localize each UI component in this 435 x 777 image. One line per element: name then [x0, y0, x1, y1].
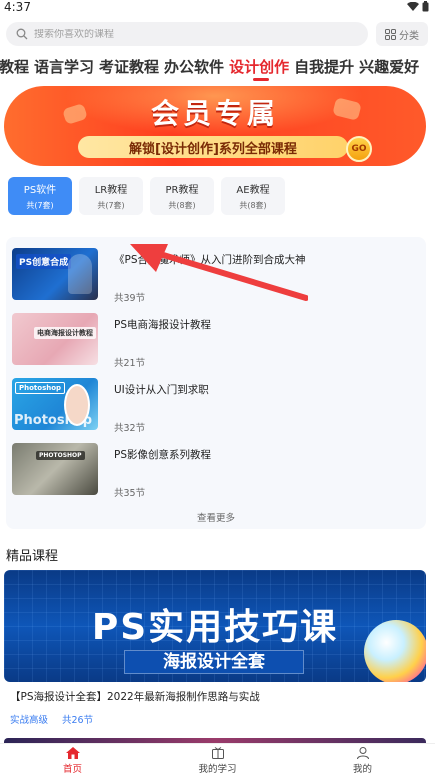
subtab-name: PS软件 — [23, 185, 57, 196]
course-item[interactable]: Photoshop Photoshop UI设计从入门到求职 共32节 — [12, 378, 412, 434]
nav-label: 我的学习 — [198, 763, 237, 775]
banner-subtitle: 解锁[设计创作]系列全部课程 — [78, 136, 348, 158]
subtab-lr[interactable]: LR教程 共(7套) — [79, 177, 143, 215]
tab-language[interactable]: 语言学习 — [34, 56, 94, 78]
lesson-tag: 共26节 — [62, 715, 94, 726]
decor-ball-icon — [364, 620, 426, 682]
banner-title: 会员专属 — [150, 97, 279, 130]
subtab-pr[interactable]: PR教程 共(8套) — [150, 177, 214, 215]
tab-hobbies[interactable]: 兴趣爱好 — [359, 56, 419, 78]
search-row: 分类 — [0, 20, 435, 48]
banner-headline: PS实用技巧课 — [91, 607, 339, 648]
user-icon — [356, 746, 369, 759]
nav-home[interactable]: 首页 — [0, 744, 145, 777]
course-thumbnail: 电商海报设计教程 — [12, 313, 98, 365]
lesson-count: 共32节 — [114, 423, 146, 434]
subtab-count: 共(8套) — [168, 201, 196, 210]
battery-icon — [422, 1, 429, 12]
book-icon — [211, 746, 224, 759]
premium-course-title[interactable]: 【PS海报设计全套】2022年最新海报制作思路与实战 — [10, 689, 260, 704]
thumb-label: Photoshop — [15, 382, 66, 394]
thumb-label: PS创意合成 — [16, 254, 72, 269]
tab-programming[interactable]: 程教程 — [0, 56, 29, 78]
red-arrow-icon — [130, 244, 308, 301]
course-thumbnail: PS创意合成 — [12, 248, 98, 300]
see-more-link[interactable]: 查看更多 — [6, 510, 426, 524]
tab-office[interactable]: 办公软件 — [164, 56, 224, 78]
subtab-ps[interactable]: PS软件 共(7套) — [8, 177, 72, 215]
nav-my-learning[interactable]: 我的学习 — [145, 744, 290, 777]
nav-label: 我的 — [352, 763, 372, 775]
nav-label: 首页 — [62, 763, 82, 775]
tab-self-improvement[interactable]: 自我提升 — [294, 56, 354, 78]
category-button[interactable]: 分类 — [376, 22, 428, 46]
course-item[interactable]: 电商海报设计教程 PS电商海报设计教程 共21节 — [12, 313, 412, 369]
search-input[interactable] — [34, 28, 334, 40]
search-icon — [16, 28, 28, 40]
subtab-name: LR教程 — [94, 185, 128, 196]
course-thumbnail: PHOTOSHOP — [12, 443, 98, 495]
course-title: PS影像创意系列教程 — [114, 449, 211, 461]
subtab-name: PR教程 — [165, 185, 199, 196]
search-box[interactable] — [6, 22, 368, 46]
nav-profile[interactable]: 我的 — [290, 744, 435, 777]
status-time: 4:37 — [4, 0, 31, 14]
app-screen: 4:37 分类 程教程 语言学习 考证教程 办公软件 设计创作 自我提升 兴趣爱… — [0, 0, 435, 777]
tab-design[interactable]: 设计创作 — [229, 56, 289, 81]
wifi-icon — [407, 1, 419, 11]
grid-icon — [385, 28, 396, 40]
bottom-nav: 首页 我的学习 我的 — [0, 743, 435, 777]
subtab-count: 共(7套) — [97, 201, 125, 210]
lesson-count: 共21节 — [114, 358, 146, 369]
course-item[interactable]: PHOTOSHOP PS影像创意系列教程 共35节 — [12, 443, 412, 499]
vip-banner[interactable]: 会员专属 解锁[设计创作]系列全部课程 GO — [4, 86, 426, 166]
software-tabs: PS软件 共(7套) LR教程 共(7套) PR教程 共(8套) AE教程 共(… — [8, 177, 285, 215]
course-title: PS电商海报设计教程 — [114, 319, 211, 331]
subtab-ae[interactable]: AE教程 共(8套) — [221, 177, 285, 215]
subtab-count: 共(7套) — [26, 201, 54, 210]
go-button[interactable]: GO — [346, 136, 372, 162]
lesson-count: 共35节 — [114, 488, 146, 499]
banner-subhead: 海报设计全套 — [124, 650, 304, 674]
course-title: UI设计从入门到求职 — [114, 384, 209, 396]
top-category-tabs: 程教程 语言学习 考证教程 办公软件 设计创作 自我提升 兴趣爱好 — [0, 56, 435, 82]
status-bar: 4:37 — [0, 0, 435, 14]
thumb-label: 电商海报设计教程 — [34, 327, 96, 339]
level-tag: 实战高级 — [10, 715, 49, 726]
tab-certificate[interactable]: 考证教程 — [99, 56, 159, 78]
system-icons — [407, 1, 429, 12]
premium-tags: 实战高级 共26节 — [10, 712, 93, 726]
premium-course-banner[interactable]: PS实用技巧课 海报设计全套 — [4, 570, 426, 682]
subtab-count: 共(8套) — [239, 201, 267, 210]
home-icon — [65, 746, 80, 759]
thumb-label: PHOTOSHOP — [36, 451, 85, 460]
subtab-name: AE教程 — [236, 185, 270, 196]
course-thumbnail: Photoshop Photoshop — [12, 378, 98, 430]
category-label: 分类 — [399, 30, 419, 42]
section-title: 精品课程 — [6, 549, 59, 564]
